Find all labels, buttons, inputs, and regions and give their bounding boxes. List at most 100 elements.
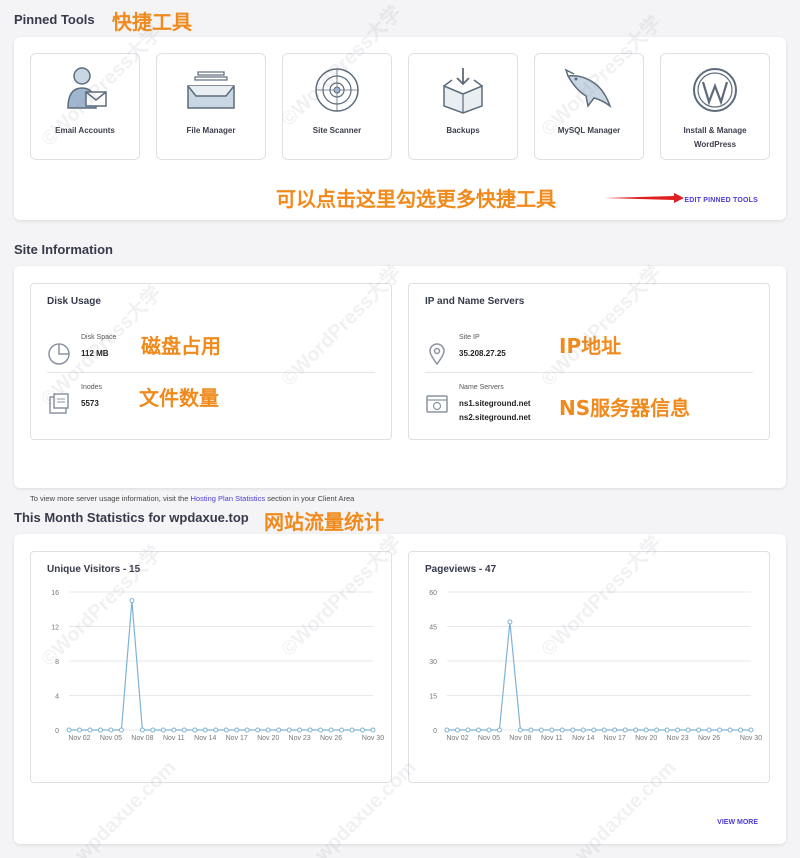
x-tick-label: Nov 08 xyxy=(509,735,531,742)
data-point[interactable] xyxy=(318,727,324,733)
series-line xyxy=(447,621,751,731)
data-point[interactable] xyxy=(192,727,198,733)
x-tick-label: Nov 08 xyxy=(131,735,153,742)
data-point[interactable] xyxy=(496,727,502,733)
tool-file-manager[interactable]: File Manager xyxy=(156,53,266,160)
data-point[interactable] xyxy=(213,727,219,733)
data-point[interactable] xyxy=(139,727,145,733)
data-point[interactable] xyxy=(738,727,744,733)
edit-pinned-tools-link[interactable]: EDIT PINNED TOOLS xyxy=(684,197,758,204)
data-point[interactable] xyxy=(643,727,649,733)
y-tick-label: 16 xyxy=(51,590,59,597)
data-point[interactable] xyxy=(465,727,471,733)
data-point[interactable] xyxy=(633,727,639,733)
data-point[interactable] xyxy=(706,727,712,733)
data-point[interactable] xyxy=(549,727,555,733)
data-point[interactable] xyxy=(717,727,723,733)
x-tick-label: Nov 26 xyxy=(698,735,720,742)
data-point[interactable] xyxy=(97,727,103,733)
data-point[interactable] xyxy=(234,727,240,733)
x-tick-label: Nov 05 xyxy=(478,735,500,742)
data-point[interactable] xyxy=(160,727,166,733)
data-point[interactable] xyxy=(444,727,450,733)
statistics-card: Unique Visitors - 15 0 4 8 12 16 Nov 02 Nov 05… xyxy=(14,534,786,844)
data-point[interactable] xyxy=(685,727,691,733)
data-point[interactable] xyxy=(87,727,93,733)
data-point[interactable] xyxy=(339,727,345,733)
data-point[interactable] xyxy=(559,727,565,733)
data-point[interactable] xyxy=(129,598,135,604)
data-point[interactable] xyxy=(349,727,355,733)
data-point[interactable] xyxy=(727,727,733,733)
data-point[interactable] xyxy=(517,727,523,733)
data-point[interactable] xyxy=(591,727,597,733)
data-point[interactable] xyxy=(654,727,660,733)
inodes-label: Inodes xyxy=(81,384,103,391)
data-point[interactable] xyxy=(255,727,261,733)
data-point[interactable] xyxy=(664,727,670,733)
data-point[interactable] xyxy=(66,727,72,733)
data-point[interactable] xyxy=(150,727,156,733)
tool-site-scanner[interactable]: Site Scanner xyxy=(282,53,392,160)
y-tick-label: 15 xyxy=(429,694,437,701)
tool-label: File Manager xyxy=(186,126,236,135)
hosting-plan-statistics-link[interactable]: Hosting Plan Statistics xyxy=(190,494,265,503)
data-point[interactable] xyxy=(622,727,628,733)
tool-email-accounts[interactable]: Email Accounts xyxy=(30,53,140,160)
data-point[interactable] xyxy=(570,727,576,733)
x-tick-label: Nov 11 xyxy=(541,735,563,742)
data-point[interactable] xyxy=(297,727,303,733)
site-ip-row: Site IP 35.208.27.25 IP地址 xyxy=(425,334,753,380)
data-point[interactable] xyxy=(454,727,460,733)
data-point[interactable] xyxy=(370,727,376,733)
data-point[interactable] xyxy=(601,727,607,733)
x-tick-label: Nov 14 xyxy=(572,735,594,742)
data-point[interactable] xyxy=(675,727,681,733)
disk-usage-panel: Disk Usage Disk Space 112 MB 磁盘占用 Inodes… xyxy=(30,283,392,440)
x-tick-label: Nov 02 xyxy=(68,735,90,742)
pinned-tools-card: Email Accounts File Manager Site Scanner… xyxy=(14,37,786,220)
data-point[interactable] xyxy=(580,727,586,733)
data-point[interactable] xyxy=(244,727,250,733)
view-more-link[interactable]: VIEW MORE xyxy=(717,819,758,826)
data-point[interactable] xyxy=(171,727,177,733)
data-point[interactable] xyxy=(307,727,313,733)
data-point[interactable] xyxy=(181,727,187,733)
data-point[interactable] xyxy=(696,727,702,733)
y-tick-label: 0 xyxy=(55,728,59,735)
inodes-value: 5573 xyxy=(81,399,99,408)
name-servers-annotation: NS服务器信息 xyxy=(559,396,691,420)
data-point[interactable] xyxy=(748,727,754,733)
data-point[interactable] xyxy=(538,727,544,733)
ip-name-servers-panel: IP and Name Servers Site IP 35.208.27.25… xyxy=(408,283,770,440)
tool-label: Email Accounts xyxy=(55,126,115,135)
ns1-value: ns1.siteground.net xyxy=(459,399,531,408)
y-tick-label: 8 xyxy=(55,659,59,666)
ip-name-servers-title: IP and Name Servers xyxy=(425,296,525,307)
tool-backups[interactable]: Backups xyxy=(408,53,518,160)
data-point[interactable] xyxy=(612,727,618,733)
data-point[interactable] xyxy=(475,727,481,733)
data-point[interactable] xyxy=(328,727,334,733)
data-point[interactable] xyxy=(276,727,282,733)
tool-mysql-manager[interactable]: MySQL Manager xyxy=(534,53,644,160)
data-point[interactable] xyxy=(118,727,124,733)
y-tick-label: 60 xyxy=(429,590,437,597)
server-window-icon xyxy=(425,392,449,416)
wordpress-icon xyxy=(661,66,769,114)
data-point[interactable] xyxy=(202,727,208,733)
data-point[interactable] xyxy=(108,727,114,733)
tool-install-manage-wordpress[interactable]: Install & Manage WordPress xyxy=(660,53,770,160)
data-point[interactable] xyxy=(528,727,534,733)
pageviews-chart: Pageviews - 47 0 15 30 45 60 Nov 02 Nov 05 Nov … xyxy=(408,551,770,783)
data-point[interactable] xyxy=(265,727,271,733)
data-point[interactable] xyxy=(360,727,366,733)
data-point[interactable] xyxy=(223,727,229,733)
tool-label: MySQL Manager xyxy=(557,126,621,135)
data-point[interactable] xyxy=(486,727,492,733)
site-ip-annotation: IP地址 xyxy=(559,334,622,358)
location-pin-icon xyxy=(425,342,449,366)
data-point[interactable] xyxy=(286,727,292,733)
data-point[interactable] xyxy=(507,619,513,625)
data-point[interactable] xyxy=(76,727,82,733)
